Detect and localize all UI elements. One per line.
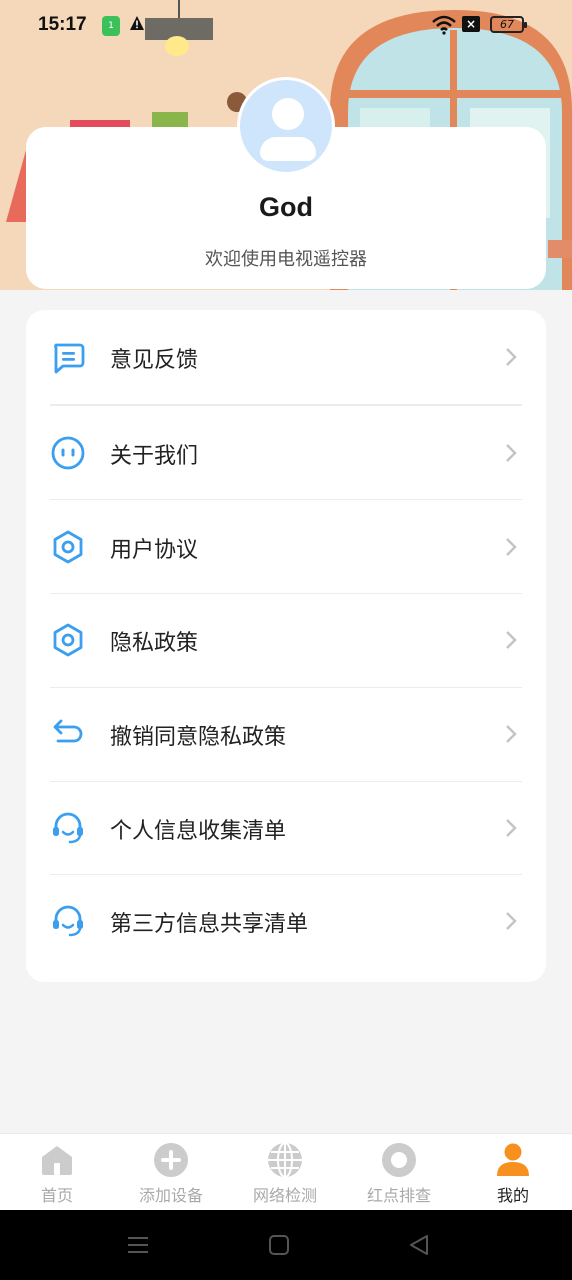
chevron-right-icon [506, 819, 517, 837]
back-triangle-icon[interactable] [408, 1234, 430, 1256]
hexagon-icon [53, 623, 83, 657]
menu-icon[interactable] [127, 1234, 149, 1256]
tab-mine[interactable]: 我的 [456, 1134, 570, 1211]
tab-label: 首页 [40, 1186, 73, 1205]
headset-icon [53, 905, 83, 937]
tab-add-device[interactable]: 添加设备 [114, 1134, 228, 1211]
feedback-chat-icon [54, 343, 85, 374]
tab-label: 红点排查 [366, 1186, 431, 1205]
battery-icon: 67 [490, 16, 527, 33]
menu-item-label: 撤销同意隐私政策 [110, 725, 287, 750]
home-square-icon[interactable] [268, 1234, 290, 1256]
hexagon-icon [53, 530, 83, 564]
menu-item-third-party-sharing[interactable]: 第三方信息共享清单 [26, 874, 546, 968]
about-smile-icon [51, 436, 85, 470]
menu-item-user-agreement[interactable]: 用户协议 [26, 500, 546, 594]
menu-item-label: 第三方信息共享清单 [110, 912, 309, 937]
chevron-right-icon [506, 912, 517, 930]
add-circle-icon [154, 1143, 188, 1177]
warning-icon [130, 16, 144, 30]
avatar[interactable] [237, 77, 335, 175]
menu-item-feedback[interactable]: 意见反馈 [26, 310, 546, 404]
undo-arrow-icon [53, 719, 83, 743]
no-signal-icon: × [462, 16, 480, 32]
bottom-tab-bar: 首页 添加设备 网络检测 红点排查 我的 [0, 1133, 572, 1210]
chevron-right-icon [506, 348, 517, 366]
tab-home[interactable]: 首页 [0, 1134, 114, 1211]
avatar-head-icon [272, 98, 304, 130]
globe-icon [268, 1142, 302, 1178]
welcome-text: 欢迎使用电视遥控器 [205, 249, 367, 270]
chevron-right-icon [506, 725, 517, 743]
tab-label: 网络检测 [252, 1186, 317, 1205]
tab-label: 我的 [496, 1186, 529, 1205]
menu-item-label: 个人信息收集清单 [110, 819, 287, 844]
home-icon [42, 1146, 72, 1175]
menu-item-label: 关于我们 [110, 444, 199, 469]
menu-item-label: 意见反馈 [110, 348, 199, 373]
chevron-right-icon [506, 444, 517, 462]
tab-label: 添加设备 [138, 1186, 203, 1205]
tab-network-check[interactable]: 网络检测 [228, 1134, 342, 1211]
system-nav-bar [0, 1210, 572, 1280]
tab-red-dot-check[interactable]: 红点排查 [342, 1134, 456, 1211]
username: God [259, 192, 313, 222]
headset-icon [53, 812, 83, 844]
person-icon [497, 1143, 529, 1176]
chevron-right-icon [506, 538, 517, 556]
sim-icon: 1 [102, 16, 120, 36]
settings-menu: 意见反馈 关于我们 用户协议 隐私政策 撤销同意隐私政策 个人信息收集清单 第三… [26, 310, 546, 982]
menu-item-label: 用户协议 [110, 538, 199, 563]
menu-item-personal-info-list[interactable]: 个人信息收集清单 [26, 781, 546, 875]
avatar-body-icon [260, 137, 316, 161]
menu-item-label: 隐私政策 [110, 631, 199, 656]
wifi-icon [432, 15, 456, 35]
menu-item-about[interactable]: 关于我们 [26, 406, 546, 500]
menu-item-revoke-privacy[interactable]: 撤销同意隐私政策 [26, 687, 546, 781]
status-time: 15:17 [38, 14, 87, 35]
ring-icon [382, 1143, 416, 1177]
status-bar: 15:17 1 × 67 [0, 0, 572, 52]
chevron-right-icon [506, 631, 517, 649]
menu-item-privacy-policy[interactable]: 隐私政策 [26, 593, 546, 687]
